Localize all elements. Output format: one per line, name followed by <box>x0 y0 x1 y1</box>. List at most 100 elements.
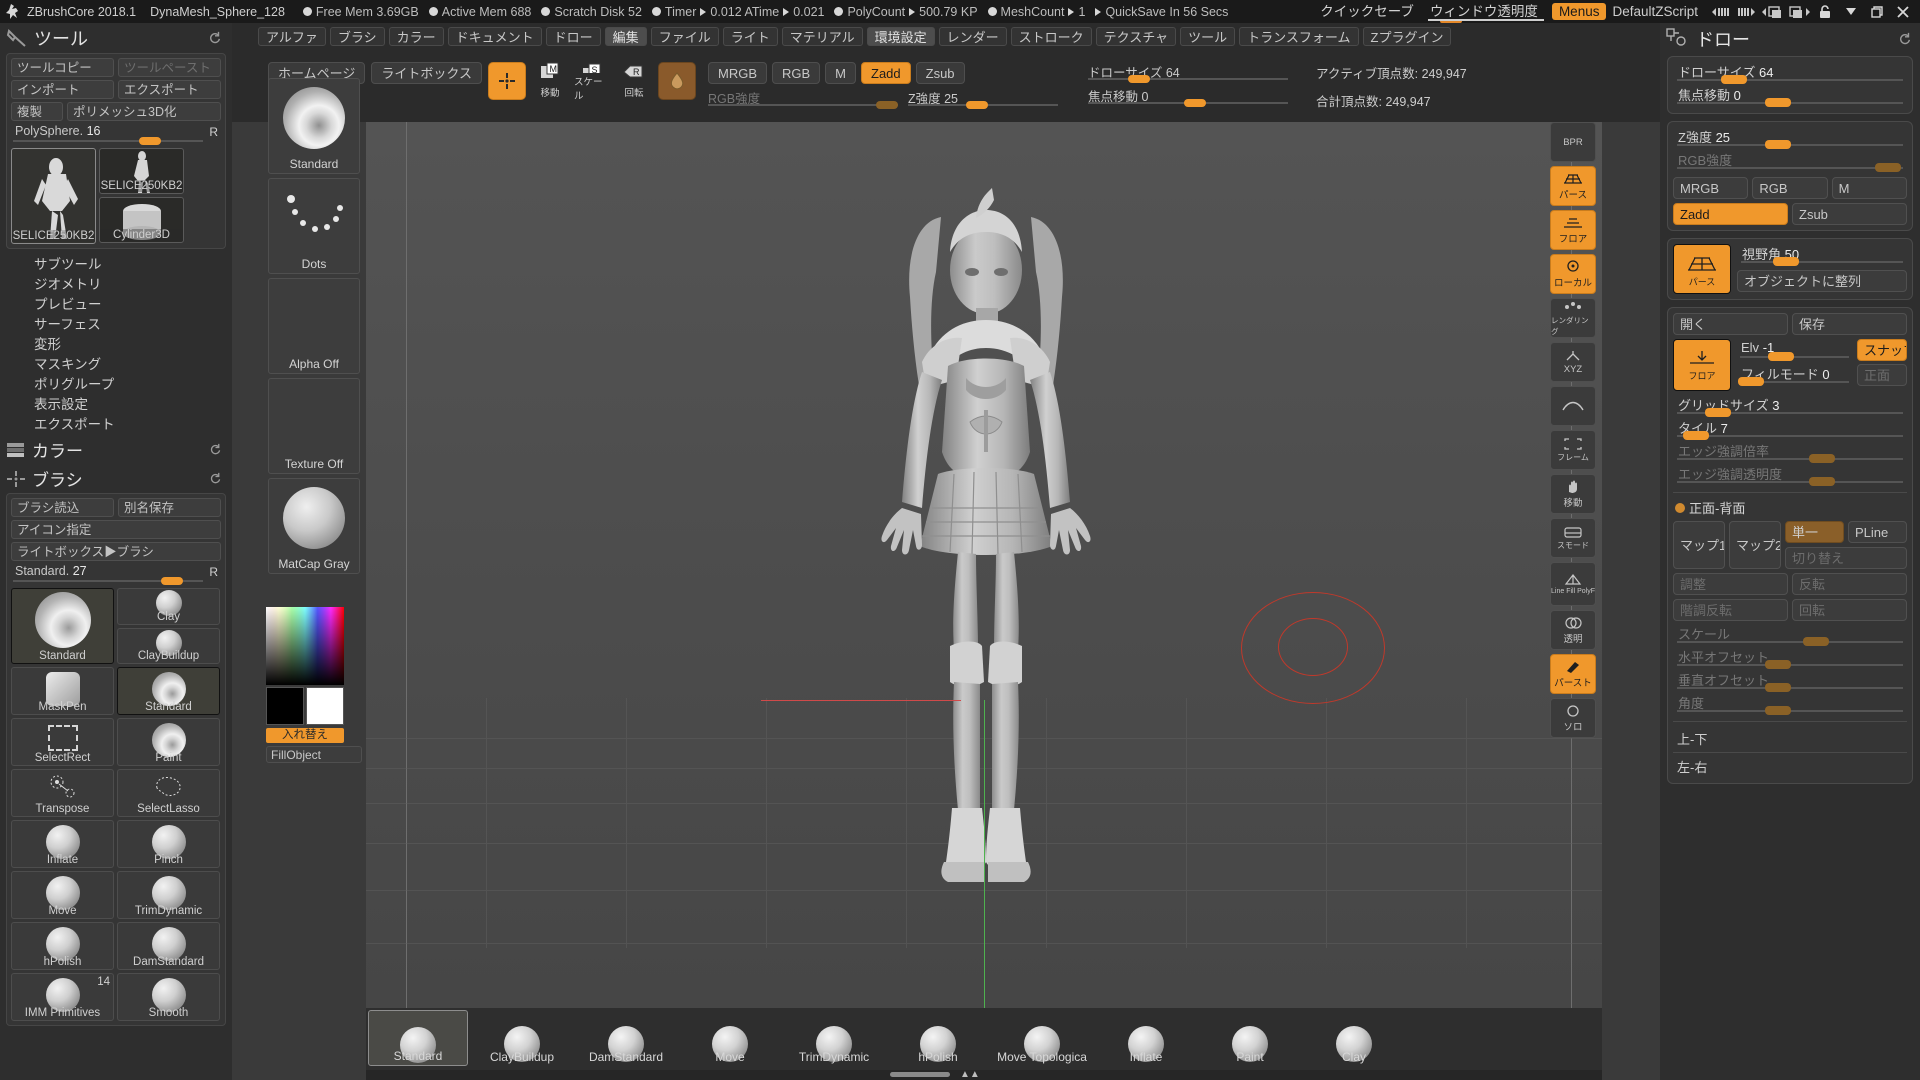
prev-window-icon[interactable] <box>1760 1 1786 22</box>
reload-icon[interactable] <box>1898 32 1912 46</box>
perspective-button[interactable]: パース <box>1550 166 1596 206</box>
maximize-icon[interactable] <box>1864 1 1890 22</box>
persp-active-button[interactable]: パースト <box>1550 654 1596 694</box>
brush-item-trimdynamic[interactable]: TrimDynamic <box>117 871 220 919</box>
bpr-button[interactable]: BPR <box>1550 122 1596 162</box>
polyframe-button[interactable]: Line Fill PolyF <box>1550 562 1596 606</box>
material-preview-matcapgray[interactable]: MatCap Gray <box>268 478 360 574</box>
subsection-preview[interactable]: プレビュー <box>34 295 232 315</box>
open-button[interactable]: 開く <box>1673 313 1788 335</box>
move-button[interactable]: 移動 <box>1550 474 1596 514</box>
right-zsub-button[interactable]: Zsub <box>1792 203 1907 225</box>
menu-item-draw[interactable]: ドロー <box>545 27 601 46</box>
slider-reset-label[interactable]: R <box>209 565 218 579</box>
subsection-surface[interactable]: サーフェス <box>34 315 232 335</box>
rotate-button[interactable]: 回転 <box>1792 599 1907 621</box>
brush-item-selectrect[interactable]: SelectRect <box>11 718 114 766</box>
tool-copy-button[interactable]: ツールコピー <box>11 58 114 77</box>
z-intensity-slider[interactable]: Z強度 25 <box>907 88 1058 109</box>
right-mrgb-button[interactable]: MRGB <box>1673 177 1749 199</box>
right-rgb-intensity-slider[interactable]: RGB強度 <box>1673 150 1907 173</box>
bottom-brush-trimdynamic[interactable]: TrimDynamic <box>784 1010 884 1066</box>
tool-paste-button[interactable]: ツールペースト <box>118 58 221 77</box>
viewport[interactable]: BPR パース フロア ローカル レンダリング XYZ フレーム 移動 スモード… <box>366 122 1602 1055</box>
prev-zscript-icon[interactable] <box>1708 1 1734 22</box>
brush-item-clay[interactable]: Clay <box>117 588 220 625</box>
h-offset-slider[interactable]: 水平オフセット <box>1673 647 1907 670</box>
scale-slider[interactable]: スケール <box>1673 624 1907 647</box>
grid-size-slider[interactable]: グリッドサイズ 3 <box>1673 395 1907 418</box>
bottom-brush-clay[interactable]: Clay <box>1304 1010 1404 1066</box>
mrgb-button[interactable]: MRGB <box>707 62 767 84</box>
move-mode-button[interactable]: M 移動 <box>532 62 568 102</box>
menu-item-stroke[interactable]: ストローク <box>1010 27 1092 46</box>
map1-button[interactable]: マップ1 <box>1673 521 1725 569</box>
menu-item-tool[interactable]: ツール <box>1180 27 1236 46</box>
next-zscript-icon[interactable] <box>1734 1 1760 22</box>
perspective-toggle-button[interactable]: パース <box>1673 244 1731 294</box>
angle-slider[interactable]: 角度 <box>1673 693 1907 716</box>
floor-button[interactable]: フロア <box>1550 210 1596 250</box>
fill-mode-slider[interactable]: フィルモード 0 <box>1736 364 1853 387</box>
menus-button[interactable]: Menus <box>1551 3 1607 20</box>
import-button[interactable]: インポート <box>11 80 114 99</box>
brush-standard-slider[interactable]: Standard. 27 R <box>11 564 221 585</box>
slider-reset-label[interactable]: R <box>209 125 218 139</box>
local-button[interactable]: ローカル <box>1550 254 1596 294</box>
reload-icon[interactable] <box>209 472 222 485</box>
quicksave-button[interactable]: クイックセーブ <box>1312 1 1422 22</box>
subsection-deformation[interactable]: 変形 <box>34 335 232 355</box>
right-zadd-button[interactable]: Zadd <box>1673 203 1788 225</box>
alpha-preview-off[interactable]: Alpha Off <box>268 278 360 374</box>
subsection-geometry[interactable]: ジオメトリ <box>34 275 232 295</box>
export-button[interactable]: エクスポート <box>118 80 221 99</box>
left-right-button[interactable]: 左-右 <box>1673 755 1907 778</box>
brush-item-maskpen[interactable]: MaskPen <box>11 667 114 715</box>
brush-item-transpose[interactable]: Transpose <box>11 769 114 817</box>
window-opacity-slider[interactable]: ウィンドウ透明度 <box>1422 1 1546 23</box>
subsection-display[interactable]: 表示設定 <box>34 395 232 415</box>
tool-thumb-selice-main[interactable]: SELICE250KB2 <box>11 148 96 244</box>
zsub-button[interactable]: Zsub <box>915 62 965 84</box>
right-rgb-button[interactable]: RGB <box>1752 177 1828 199</box>
smode-button[interactable]: スモード <box>1550 518 1596 558</box>
brush-item-imm-primitives[interactable]: 14 IMM Primitives <box>11 973 114 1021</box>
make-polymesh3d-button[interactable]: ポリメッシュ3D化 <box>67 102 221 121</box>
menu-item-color[interactable]: カラー <box>388 27 444 46</box>
menu-item-alpha[interactable]: アルファ <box>258 27 326 46</box>
close-icon[interactable] <box>1890 1 1916 22</box>
subsection-export[interactable]: エクスポート <box>34 415 232 435</box>
brush-item-paint[interactable]: Paint <box>117 718 220 766</box>
tool-thumb-cylinder3d[interactable]: Cylinder3D <box>99 197 184 243</box>
duplicate-button[interactable]: 複製 <box>11 102 63 121</box>
elv-slider[interactable]: Elv -1 <box>1736 339 1853 362</box>
menu-item-brush[interactable]: ブラシ <box>329 27 385 46</box>
bottom-scrollbar-thumb[interactable] <box>890 1072 950 1077</box>
bottom-scroll-strip[interactable] <box>366 1070 1602 1080</box>
right-draw-size-slider[interactable]: ドローサイズ 64 <box>1673 62 1907 85</box>
single-button[interactable]: 単一 <box>1785 521 1844 543</box>
brush-item-hpolish[interactable]: hPolish <box>11 922 114 970</box>
rendering-button[interactable]: レンダリング <box>1550 298 1596 338</box>
draw-mode-button[interactable] <box>487 62 526 100</box>
fov-slider[interactable]: 視野角 50 <box>1737 244 1907 267</box>
tool-thumb-selice-alt[interactable]: SELICE250KB2 <box>99 148 184 194</box>
m-button[interactable]: M <box>825 62 856 84</box>
right-z-intensity-slider[interactable]: Z強度 25 <box>1673 127 1907 150</box>
subsection-masking[interactable]: マスキング <box>34 355 232 375</box>
menu-item-render[interactable]: レンダー <box>938 27 1007 46</box>
reload-icon[interactable] <box>209 443 222 456</box>
edge-opacity-slider[interactable]: エッジ強調透明度 <box>1673 464 1907 487</box>
toggle-button[interactable]: 切り替え <box>1785 547 1907 569</box>
bottom-brush-claybuildup[interactable]: ClayBuildup <box>472 1010 572 1066</box>
flip-button[interactable]: 反転 <box>1792 573 1907 595</box>
rgb-intensity-slider[interactable]: RGB強度 <box>707 88 898 109</box>
brush-item-pinch[interactable]: Pinch <box>117 820 220 868</box>
up-down-button[interactable]: 上-下 <box>1673 727 1907 750</box>
bottom-brush-movetopological[interactable]: Move Topologica <box>992 1010 1092 1066</box>
zadd-button[interactable]: Zadd <box>861 62 911 84</box>
reload-icon[interactable] <box>208 31 222 45</box>
tile-slider[interactable]: タイル 7 <box>1673 418 1907 441</box>
scroll-arrows-icon[interactable]: ▲▲ <box>960 1069 980 1080</box>
v-offset-slider[interactable]: 垂直オフセット <box>1673 670 1907 693</box>
